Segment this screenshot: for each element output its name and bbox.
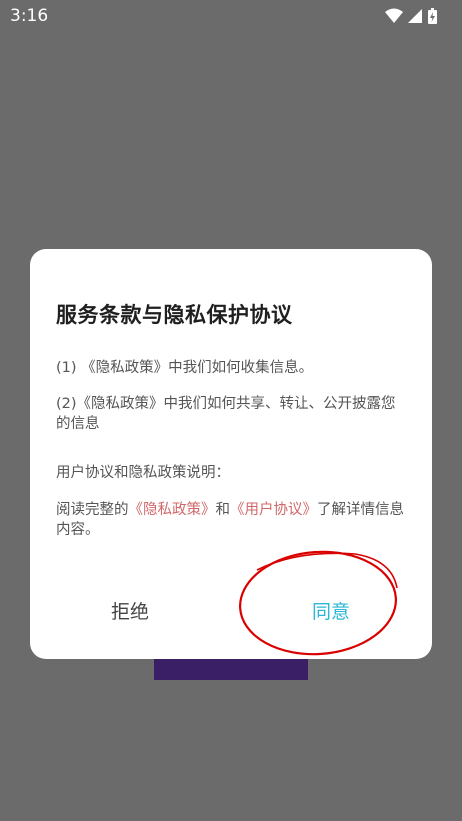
user-agreement-link[interactable]: 《用户协议》 [230,502,317,518]
decline-button[interactable]: 拒绝 [70,587,190,637]
agree-button[interactable]: 同意 [271,587,391,637]
status-bar: 3:16 [0,0,462,34]
terms-dialog: 服务条款与隐私保护协议 (1) 《隐私政策》中我们如何收集信息。 (2)《隐私政… [30,249,432,659]
agreement-heading: 用户协议和隐私政策说明： [56,465,230,481]
status-icons [384,7,446,25]
privacy-policy-link[interactable]: 《隐私政策》 [129,502,216,518]
privacy-share-text: (2)《隐私政策》中我们如何共享、转让、公开披露您的信息 [56,396,396,432]
battery-icon [428,8,437,24]
privacy-collect-text: (1) 《隐私政策》中我们如何收集信息。 [56,360,314,376]
dialog-title: 服务条款与隐私保护协议 [56,303,293,327]
read-prefix: 阅读完整的 [56,502,129,518]
signal-icon [408,9,422,23]
connector-text: 和 [215,502,231,518]
read-full-text: 阅读完整的《隐私政策》和《用户协议》了解详情信息内容。 [56,500,408,540]
status-time: 3:16 [10,6,49,26]
wifi-icon [385,8,403,23]
